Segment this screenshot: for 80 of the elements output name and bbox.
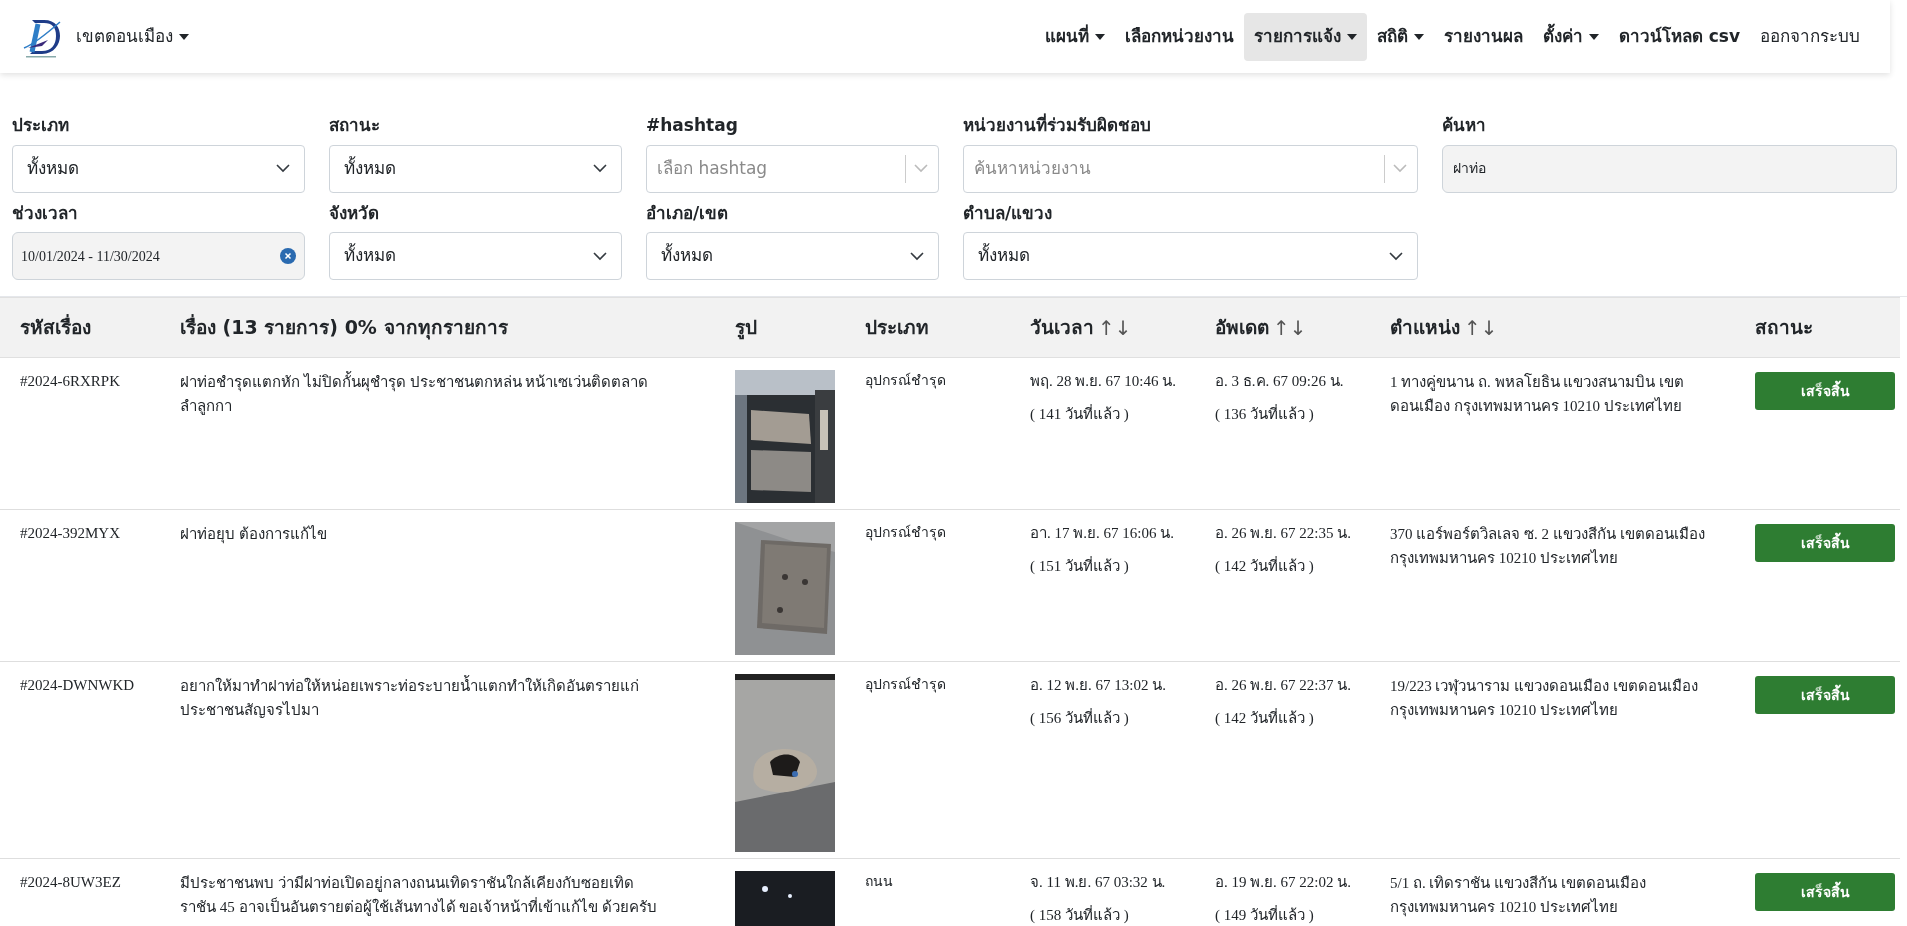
select-field[interactable]: เลือก hashtag [646,144,939,193]
chevron-down-icon [593,164,607,173]
report-id: #2024-DWNWKD [20,677,135,693]
field-label: ประเภท [12,114,70,137]
select-field[interactable]: ค้นหาหน่วยงาน [963,144,1418,193]
report-type: อุปกรณ์ชำรุด [865,677,946,692]
report-type: อุปกรณ์ชำรุด [865,373,946,388]
report-id: #2024-392MYX [20,525,120,541]
column-header: สถานะ [1755,315,1813,341]
select-field[interactable]: ทั้งหมด [12,144,305,193]
report-id: #2024-8UW3EZ [20,874,121,890]
field-label: ช่วงเวลา [12,201,79,225]
created-time: อา. 17 พ.ย. 67 16:06 น. [1030,524,1175,543]
column-header[interactable]: ตำแหน่ง [1390,313,1460,342]
nav-item[interactable]: ตั้งค่า [1532,12,1609,61]
chevron-down-icon [1393,164,1407,173]
elapsed-text: ( 151 วันที่แล้ว ) [1030,555,1130,576]
date-range-field[interactable]: 10/01/2024 - 11/30/2024 [12,232,305,280]
field-label: จังหวัด [329,201,380,225]
elapsed-text: ( 156 วันที่แล้ว ) [1030,707,1130,728]
select-field[interactable]: ทั้งหมด [329,232,622,280]
field-label: #hashtag [646,114,739,137]
select-field[interactable]: ทั้งหมด [646,232,939,280]
chevron-down-icon [914,164,928,173]
sort-icon[interactable]: ↑↓ [1098,312,1132,343]
updated-time: อ. 3 ธ.ค. 67 09:26 น. [1215,372,1345,391]
nav-item[interactable]: แผนที่ [1034,12,1115,61]
nav-item[interactable]: เลือกหน่วยงาน [1114,12,1244,61]
report-title: มีประชาชนพบ ว่ามีฝาท่อเปิดอยู่กลางถนนเทิดราชันใกล้เคียงกับซอยเทิดราชัน 45 อาจเป็นอันตรายต่อผู้ใช้เส้นทางได้ ขอเจ้าหน้าที่เข้าแก้ไข ด้วยครับ [180,875,657,915]
nav-item[interactable]: ดาวน์โหลด csv [1608,12,1750,61]
field-label: ตำบล/แขวง [963,201,1054,225]
report-title: ฝาท่อยุบ ต้องการแก้ไข [180,526,327,542]
elapsed-text: ( 136 วันที่แล้ว ) [1215,403,1315,424]
field-label: ค้นหา [1442,114,1487,137]
field-label: หน่วยงานที่ร่วมรับผิดชอบ [963,113,1152,137]
column-header: ประเภท [865,315,929,341]
report-id: #2024-6RXRPK [20,373,120,389]
updated-time: อ. 26 พ.ย. 67 22:35 น. [1215,524,1350,543]
chevron-down-icon [1389,251,1403,261]
status-button[interactable]: เสร็จสิ้น [1755,676,1895,714]
nav-item[interactable]: รายงานผล [1433,12,1533,61]
status-button[interactable]: เสร็จสิ้น [1755,873,1895,911]
report-type: อุปกรณ์ชำรุด [865,525,946,540]
elapsed-text: ( 149 วันที่แล้ว ) [1215,904,1315,925]
address-text: 370 แอร์พอร์ตวิลเลจ ซ. 2 แขวงสีกัน เขตดอนเมือง กรุงเทพมหานคร 10210 ประเทศไทย [1390,525,1706,570]
column-header[interactable]: อัพเดต [1215,313,1269,342]
chevron-down-icon [910,251,924,261]
select-field[interactable]: ทั้งหมด [963,232,1418,280]
field-label: สถานะ [329,114,381,137]
field-label: อำเภอ/เขต [646,201,730,225]
search-field[interactable]: ฝาท่อ [1442,144,1897,193]
status-button[interactable]: เสร็จสิ้น [1755,524,1895,562]
elapsed-text: ( 142 วันที่แล้ว ) [1215,707,1315,728]
created-time: อ. 12 พ.ย. 67 13:02 น. [1030,676,1167,695]
elapsed-text: ( 158 วันที่แล้ว ) [1030,904,1130,925]
brand-dropdown[interactable]: เขตดอนเมือง [76,23,189,50]
column-header: รหัสเรื่อง [20,313,91,341]
column-header: เรื่อง (13 รายการ) 0% จากทุกรายการ [180,313,508,342]
nav-item[interactable]: รายการแจ้ง [1243,12,1367,61]
elapsed-text: ( 142 วันที่แล้ว ) [1215,555,1315,576]
status-button[interactable]: เสร็จสิ้น [1755,372,1895,410]
updated-time: อ. 19 พ.ย. 67 22:02 น. [1215,873,1350,892]
elapsed-text: ( 141 วันที่แล้ว ) [1030,403,1130,424]
address-text: 1 ทางคู่ขนาน ถ. พหลโยธิน แขวงสนามบิน เขตดอนเมือง กรุงเทพมหานคร 10210 ประเทศไทย [1390,372,1685,418]
chevron-down-icon [276,164,290,173]
sort-icon[interactable]: ↑↓ [1464,312,1498,343]
clear-icon[interactable] [280,248,296,264]
column-header[interactable]: วันเวลา [1030,313,1094,342]
created-time: จ. 11 พ.ย. 67 03:32 น. [1030,873,1167,892]
chevron-down-icon [593,251,607,261]
sort-icon[interactable]: ↑↓ [1273,312,1307,343]
created-time: พฤ. 28 พ.ย. 67 10:46 น. [1030,372,1175,391]
column-header: รูป [735,315,757,342]
report-type: ถนน [865,874,893,889]
updated-time: อ. 26 พ.ย. 67 22:37 น. [1215,676,1350,695]
nav-item[interactable]: สถิติ [1366,12,1434,61]
address-text: 5/1 ถ. เทิดราชัน แขวงสีกัน เขตดอนเมือง กรุงเทพมหานคร 10210 ประเทศไทย [1390,874,1647,919]
select-field[interactable]: ทั้งหมด [329,144,622,193]
nav-item[interactable]: ออกจากระบบ [1750,12,1870,61]
address-text: 19/223 เวฬุวนาราม แขวงดอนเมือง เขตดอนเมือง กรุงเทพมหานคร 10210 ประเทศไทย [1390,677,1699,722]
